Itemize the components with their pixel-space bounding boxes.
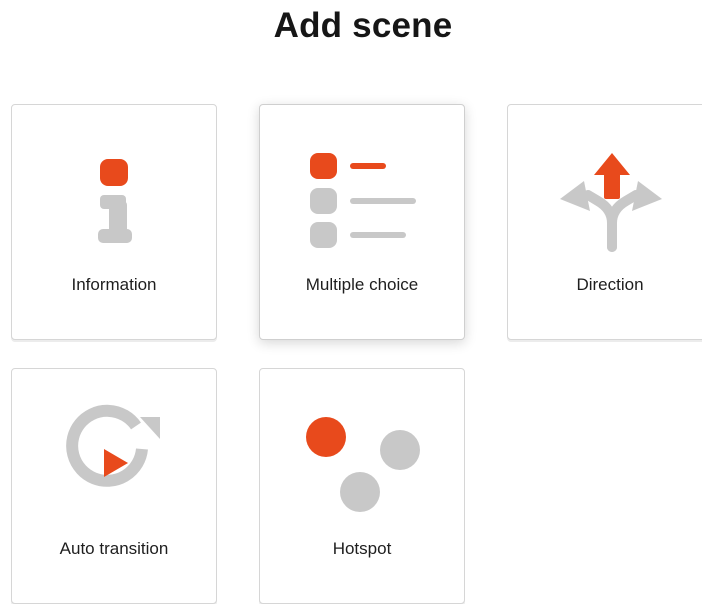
scene-card-label: Multiple choice: [305, 275, 419, 294]
scene-card-hotspot[interactable]: Hotspot: [259, 368, 465, 604]
information-icon: [12, 105, 218, 265]
scene-card-auto-transition[interactable]: Auto transition: [11, 368, 217, 604]
scene-card-label: Information: [71, 275, 157, 294]
scene-card-multiple-choice[interactable]: Multiple choice: [259, 104, 465, 340]
auto-transition-icon: [12, 369, 218, 529]
direction-arrows-icon: [508, 105, 702, 265]
scene-card-label: Hotspot: [332, 539, 392, 558]
scene-card-label: Direction: [576, 275, 644, 294]
scene-card-direction[interactable]: Direction: [507, 104, 702, 340]
page-title: Add scene: [273, 6, 453, 45]
scene-card-label: Auto transition: [59, 539, 169, 558]
scene-card-information[interactable]: Information: [11, 104, 217, 340]
hotspot-icon: [260, 369, 466, 529]
list-icon: [260, 105, 466, 265]
